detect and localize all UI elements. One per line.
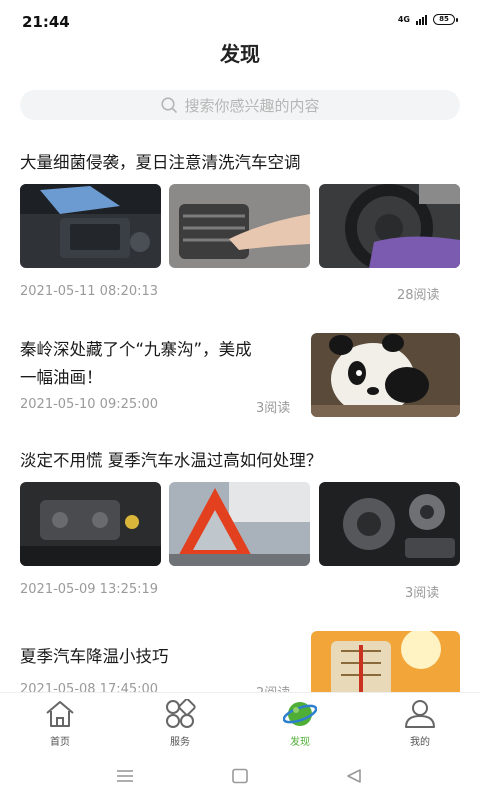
- menu-icon[interactable]: [116, 768, 134, 784]
- nav-label-services: 服务: [170, 737, 190, 748]
- article-reads: 3阅读: [256, 401, 291, 416]
- battery-level: 85: [433, 14, 455, 25]
- status-time: 21:44: [22, 13, 70, 31]
- article-reads: 28阅读: [397, 288, 440, 303]
- bottom-nav: 首页 服务 发现 我的: [0, 692, 480, 754]
- article-title: 淡定不用慌 夏季汽车水温过高如何处理？: [20, 451, 323, 470]
- article-title: 大量细菌侵袭，夏日注意清洗汽车空调: [20, 153, 301, 172]
- status-indicators: 4G 85: [398, 14, 458, 25]
- profile-icon: [405, 700, 435, 728]
- nav-label-discover: 发现: [290, 737, 310, 748]
- nav-item-discover[interactable]: 发现: [260, 699, 340, 748]
- system-nav-bar: [0, 754, 480, 800]
- article-title-line-1: 秦岭深处藏了个“九寨沟”，美成: [20, 340, 252, 359]
- article-item[interactable]: 大量细菌侵袭，夏日注意清洗汽车空调 2021-05-11 08:20:13 28…: [0, 140, 480, 310]
- steering-wheel-cleaning-image: [319, 184, 460, 268]
- nav-item-profile[interactable]: 我的: [380, 699, 460, 748]
- article-title: 夏季汽车降温小技巧: [20, 647, 169, 666]
- thermometer-sun-image: [311, 631, 460, 692]
- discover-icon: [283, 702, 317, 726]
- engine-parts-image: [319, 482, 460, 566]
- nav-label-profile: 我的: [410, 737, 430, 748]
- battery-icon: 85: [433, 14, 458, 25]
- nav-item-home[interactable]: 首页: [20, 699, 100, 748]
- article-feed[interactable]: 大量细菌侵袭，夏日注意清洗汽车空调 2021-05-11 08:20:13 28…: [0, 140, 480, 692]
- article-date: 2021-05-08 17:45:00: [20, 682, 159, 692]
- search-placeholder: 搜索你感兴趣的内容: [184, 96, 320, 115]
- article-date: 2021-05-09 13:25:19: [20, 582, 159, 597]
- services-icon: [166, 699, 196, 728]
- panda-image: [311, 333, 460, 417]
- article-date: 2021-05-11 08:20:13: [20, 284, 159, 299]
- nav-item-services[interactable]: 服务: [140, 699, 220, 748]
- car-interior-cleaning-image: [20, 184, 161, 268]
- article-item[interactable]: 夏季汽车降温小技巧 2021-05-08 17:45:00 2阅读: [0, 630, 480, 692]
- signal-icon: [416, 14, 427, 25]
- search-input[interactable]: 搜索你感兴趣的内容: [20, 90, 460, 120]
- article-item[interactable]: 淡定不用慌 夏季汽车水温过高如何处理？ 2021-05-09 13:25:19 …: [0, 446, 480, 616]
- article-reads: 3阅读: [405, 586, 440, 601]
- article-reads: 2阅读: [256, 682, 290, 692]
- page-title: 发现: [220, 42, 260, 66]
- article-title-line-2: 一幅油画！: [20, 368, 103, 387]
- warning-triangle-image: [169, 482, 310, 566]
- status-bar: 21:44 4G 85: [0, 0, 480, 36]
- engine-bay-image: [20, 482, 161, 566]
- home-square-icon[interactable]: [231, 768, 249, 784]
- article-date: 2021-05-10 09:25:00: [20, 397, 159, 412]
- back-triangle-icon[interactable]: [345, 768, 363, 784]
- nav-label-home: 首页: [50, 737, 70, 748]
- network-type: 4G: [397, 14, 410, 24]
- search-icon: [161, 97, 178, 113]
- air-vent-image: [169, 184, 310, 268]
- home-icon: [46, 701, 74, 727]
- article-item[interactable]: 秦岭深处藏了个“九寨沟”，美成 一幅油画！ 2021-05-10 09:25:0…: [0, 330, 480, 430]
